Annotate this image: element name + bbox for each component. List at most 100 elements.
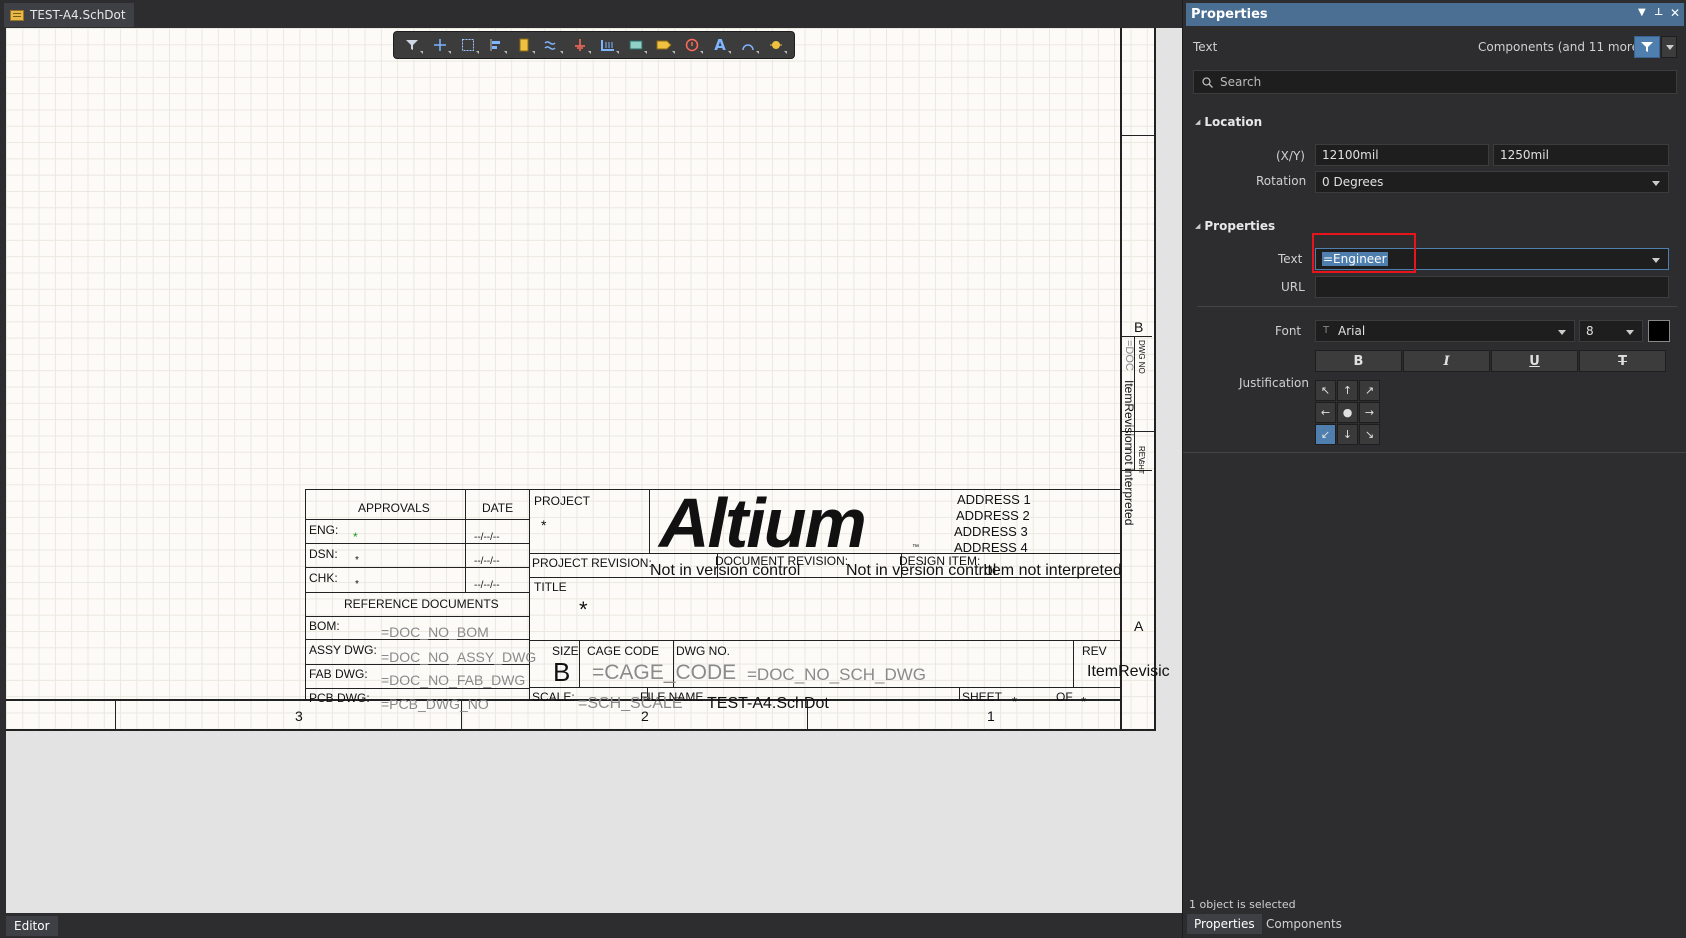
ref-doc-value: =DOC_NO_FAB_DWG [381,672,526,688]
highlight-icon[interactable] [764,34,788,56]
sheet-symbol-icon[interactable] [624,34,648,56]
panel-title: Properties [1191,7,1268,22]
bold-button[interactable]: B [1315,350,1402,372]
approval-eng-value[interactable]: * [353,531,358,543]
font-family-select[interactable]: T Arial [1315,320,1575,342]
ref-doc-label: PCB DWG: [309,691,370,705]
justify-top-center-icon[interactable]: ↑ [1337,380,1358,401]
ref-doc-label: BOM: [309,619,340,633]
panel-title-bar: Properties ▼ ⊥ ✕ [1186,3,1684,26]
justify-bottom-left-icon[interactable]: ↙ [1315,424,1336,445]
editor-bottom-bar: Editor [0,913,1182,938]
highlight-box [1312,233,1416,273]
filter-icon[interactable] [400,34,424,56]
cross-probe-icon[interactable] [428,34,452,56]
components-tab[interactable]: Components [1259,914,1349,934]
strikethrough-button[interactable]: T [1579,350,1666,372]
place-part-icon[interactable] [512,34,536,56]
justification-label: Justification [1239,376,1309,390]
rev-label: REV [1082,644,1107,658]
approval-value: * [355,555,359,566]
font-size-select[interactable]: 8 [1579,320,1643,342]
sheet-of-value: * [1081,694,1087,709]
side-not-interpreted: not interpreted [1122,448,1136,526]
trademark-symbol: ™ [912,544,919,551]
directive-icon[interactable] [680,34,704,56]
cage-code-label: CAGE CODE [587,644,660,658]
align-icon[interactable] [484,34,508,56]
pin-icon[interactable]: ⊥ [1654,7,1663,18]
date-header: DATE [482,501,514,515]
size-value: B [553,657,571,687]
location-section-header[interactable]: Location [1195,115,1262,129]
justify-bottom-center-icon[interactable]: ↓ [1337,424,1358,445]
filter-button[interactable] [1634,36,1660,58]
panel-menu-icon[interactable]: ▼ [1638,7,1646,18]
schematic-document-icon [10,9,24,21]
filter-summary[interactable]: Components (and 11 more) [1478,40,1644,54]
x-input[interactable]: 12100mil [1315,144,1489,166]
rotation-label: Rotation [1256,174,1307,188]
text-label: Text [1278,252,1303,266]
active-bar-toolbar: A [393,31,795,59]
properties-panel: Properties ▼ ⊥ ✕ Text Components (and 11… [1182,0,1686,938]
address-line: ADDRESS 2 [956,508,1030,523]
ref-doc-value: =DOC_NO_BOM [381,624,489,640]
design-item-value: Item not interpreted [983,562,1122,579]
url-input[interactable] [1315,276,1669,298]
properties-section-header[interactable]: Properties [1195,219,1275,233]
close-icon[interactable]: ✕ [1670,6,1680,20]
approval-value: * [355,579,359,590]
file-name-value: TEST-A4.SchDot [707,695,829,712]
title-label: TITLE [534,580,567,594]
approval-date: --/--/-- [474,580,500,591]
font-color-swatch[interactable] [1648,320,1670,342]
power-port-icon[interactable] [568,34,592,56]
sheet-label: SHEET [962,690,1003,704]
text-string-icon[interactable]: A [708,34,732,56]
justify-top-right-icon[interactable]: ↗ [1359,380,1380,401]
panel-content-divider [1183,452,1686,453]
dwg-no-label: DWG NO. [676,644,730,658]
ref-doc-value: =PCB_DWG_NO [381,696,489,712]
bus-icon[interactable] [596,34,620,56]
font-label: Font [1275,324,1302,338]
ref-doc-value: =DOC_NO_ASSY_DWG [381,649,537,665]
selection-status: 1 object is selected [1189,898,1296,911]
search-input[interactable]: Search [1193,70,1677,94]
side-dwg-no-label: DWG NO [1137,340,1146,374]
properties-tab[interactable]: Properties [1187,914,1262,934]
rotation-select[interactable]: 0 Degrees [1315,171,1669,193]
filter-dropdown-arrow[interactable] [1661,36,1677,58]
search-icon [1202,77,1213,88]
justify-center-right-icon[interactable]: → [1359,402,1380,423]
document-tab-bar: TEST-A4.SchDot [0,0,1182,28]
italic-button[interactable]: I [1403,350,1490,372]
justify-bottom-right-icon[interactable]: ↘ [1359,424,1380,445]
schematic-sheet[interactable]: B A 3 2 1 DWG NO =DOC ItemRevision not i… [6,28,1170,731]
justify-center-left-icon[interactable]: ← [1315,402,1336,423]
port-icon[interactable] [652,34,676,56]
filter-icon [1641,41,1653,52]
arc-icon[interactable] [736,34,760,56]
altium-logo: Altium [659,484,867,562]
underline-button[interactable]: U [1491,350,1578,372]
address-line: ADDRESS 4 [954,540,1028,555]
justify-top-left-icon[interactable]: ↖ [1315,380,1336,401]
y-input[interactable]: 1250mil [1493,144,1669,166]
file-name-label: FILE NAME [640,690,704,704]
ref-doc-label: FAB DWG: [309,667,368,681]
document-tab[interactable]: TEST-A4.SchDot [4,3,134,27]
design-item-label: DESIGN ITEM: [899,554,981,568]
justify-center-icon[interactable]: ● [1337,402,1358,423]
rev-value: ItemRevisic [1087,663,1170,680]
approval-date: --/--/-- [474,532,500,543]
size-label: SIZE [552,644,579,658]
wire-icon[interactable] [540,34,564,56]
select-rect-icon[interactable] [456,34,480,56]
project-value: * [541,517,547,533]
zone-label-bottom: 1 [987,708,995,724]
editor-tab[interactable]: Editor [6,916,58,936]
dwg-no-value: =DOC_NO_SCH_DWG [747,665,927,684]
schematic-canvas[interactable]: B A 3 2 1 DWG NO =DOC ItemRevision not i… [6,28,1182,913]
